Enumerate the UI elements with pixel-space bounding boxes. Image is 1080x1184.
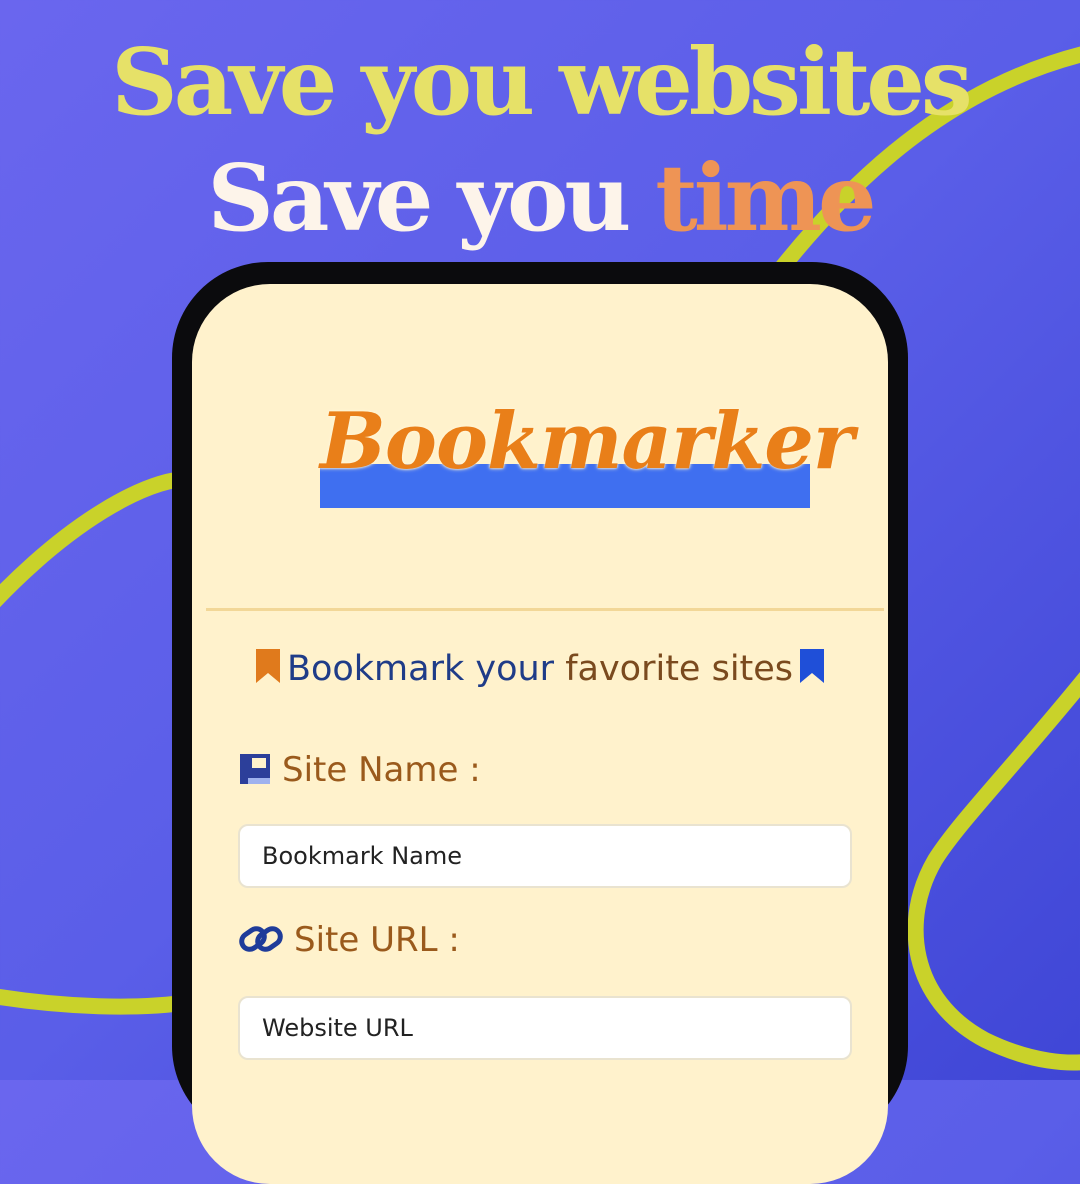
link-icon [239, 926, 283, 952]
app-logo: Bookmarker [320, 396, 854, 508]
site-name-label-text: Site Name : [282, 750, 481, 790]
bookmark-icon [255, 649, 280, 683]
book-icon [240, 754, 270, 784]
subtitle-word-your: your [464, 649, 566, 689]
site-name-input[interactable] [238, 824, 852, 888]
headline-line-2-prefix: Save you [207, 144, 656, 252]
site-url-label: Site URL : [238, 920, 460, 960]
phone-screen: Bookmarker Bookmark your favorite sites … [192, 284, 888, 1184]
headline-accent-word: time [655, 144, 876, 252]
bookmark-icon [800, 649, 825, 683]
site-url-input[interactable] [238, 996, 852, 1060]
subtitle-word-bookmark: Bookmark [286, 649, 465, 689]
subtitle-rest: favorite sites [565, 649, 794, 689]
site-url-label-text: Site URL : [294, 920, 460, 960]
app-subtitle: Bookmark your favorite sites [192, 648, 888, 689]
headline-line-1: Save you websites [111, 28, 972, 136]
header-divider [206, 608, 884, 611]
headline-line-2: Save you time [0, 152, 1080, 244]
phone-mockup: Bookmarker Bookmark your favorite sites … [172, 262, 908, 1184]
logo-text: Bookmarker [320, 396, 854, 487]
site-name-label: Site Name : [238, 750, 481, 790]
